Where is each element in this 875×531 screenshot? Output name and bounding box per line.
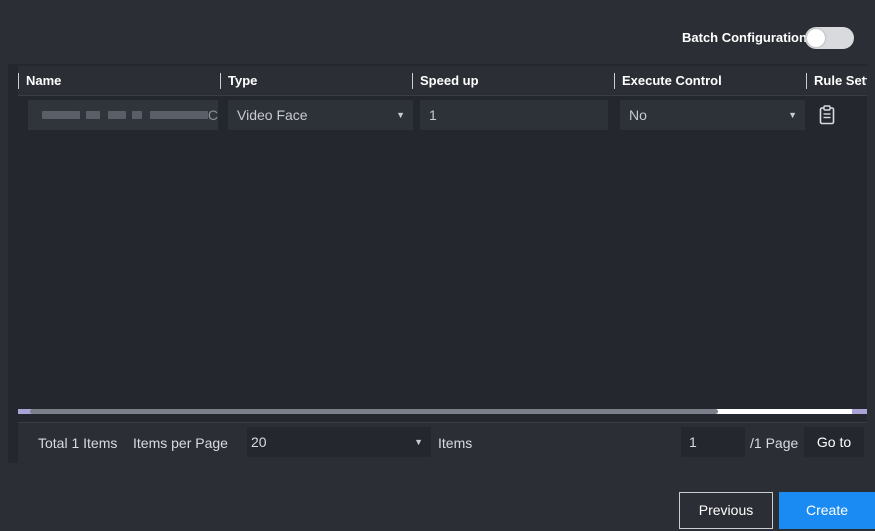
execute-control-value: No (629, 107, 647, 123)
page-number-input[interactable]: 1 (681, 427, 745, 457)
table-header: Name Type Speed up Execute Control Rule … (18, 66, 867, 96)
column-header-speed-up[interactable]: Speed up (412, 66, 612, 96)
column-header-rule-settings[interactable]: Rule Setti (806, 66, 867, 96)
page-number-value: 1 (689, 434, 697, 450)
go-to-button[interactable]: Go to (804, 427, 864, 457)
chevron-down-icon: ▼ (788, 110, 797, 120)
redacted-block (86, 111, 100, 119)
redacted-block (150, 111, 208, 119)
items-per-page-label: Items per Page (133, 435, 228, 451)
batch-configuration-label: Batch Configuration (682, 30, 807, 45)
type-select[interactable]: Video Face ▼ (228, 100, 413, 130)
items-per-page-select[interactable]: 20 ▼ (247, 427, 431, 457)
items-suffix: Items (438, 435, 473, 451)
batch-configuration-toggle[interactable] (805, 27, 854, 49)
speed-up-value: 1 (429, 107, 437, 123)
redacted-block (108, 111, 126, 119)
column-header-type[interactable]: Type (220, 66, 410, 96)
name-field-redacted[interactable]: C (28, 100, 218, 130)
speed-up-input[interactable]: 1 (420, 100, 608, 130)
scrollbar-right-cap[interactable] (852, 409, 867, 414)
chevron-down-icon: ▼ (414, 437, 423, 447)
items-per-page-value: 20 (251, 434, 267, 450)
pagination-bar: Total 1 Items Items per Page 20 ▼ Items … (18, 422, 867, 463)
total-items-text: Total 1 Items (38, 435, 118, 451)
config-panel: Batch Configuration Name Type Speed up E… (8, 4, 867, 463)
redacted-block (42, 111, 80, 119)
column-header-name[interactable]: Name (18, 66, 218, 96)
create-button[interactable]: Create (779, 492, 875, 529)
execute-control-select[interactable]: No ▼ (620, 100, 805, 130)
column-header-execute-control[interactable]: Execute Control (614, 66, 804, 96)
type-select-value: Video Face (237, 107, 308, 123)
previous-button[interactable]: Previous (679, 492, 773, 529)
scrollbar-thumb[interactable] (30, 409, 718, 414)
toggle-knob (807, 29, 825, 47)
page-total-text: /1 Page (750, 435, 799, 451)
name-trailing-char: C (207, 107, 218, 123)
chevron-down-icon: ▼ (396, 110, 405, 120)
panel-toolbar: Batch Configuration (8, 4, 867, 64)
redacted-block (132, 111, 142, 119)
clipboard-icon[interactable] (819, 105, 835, 125)
